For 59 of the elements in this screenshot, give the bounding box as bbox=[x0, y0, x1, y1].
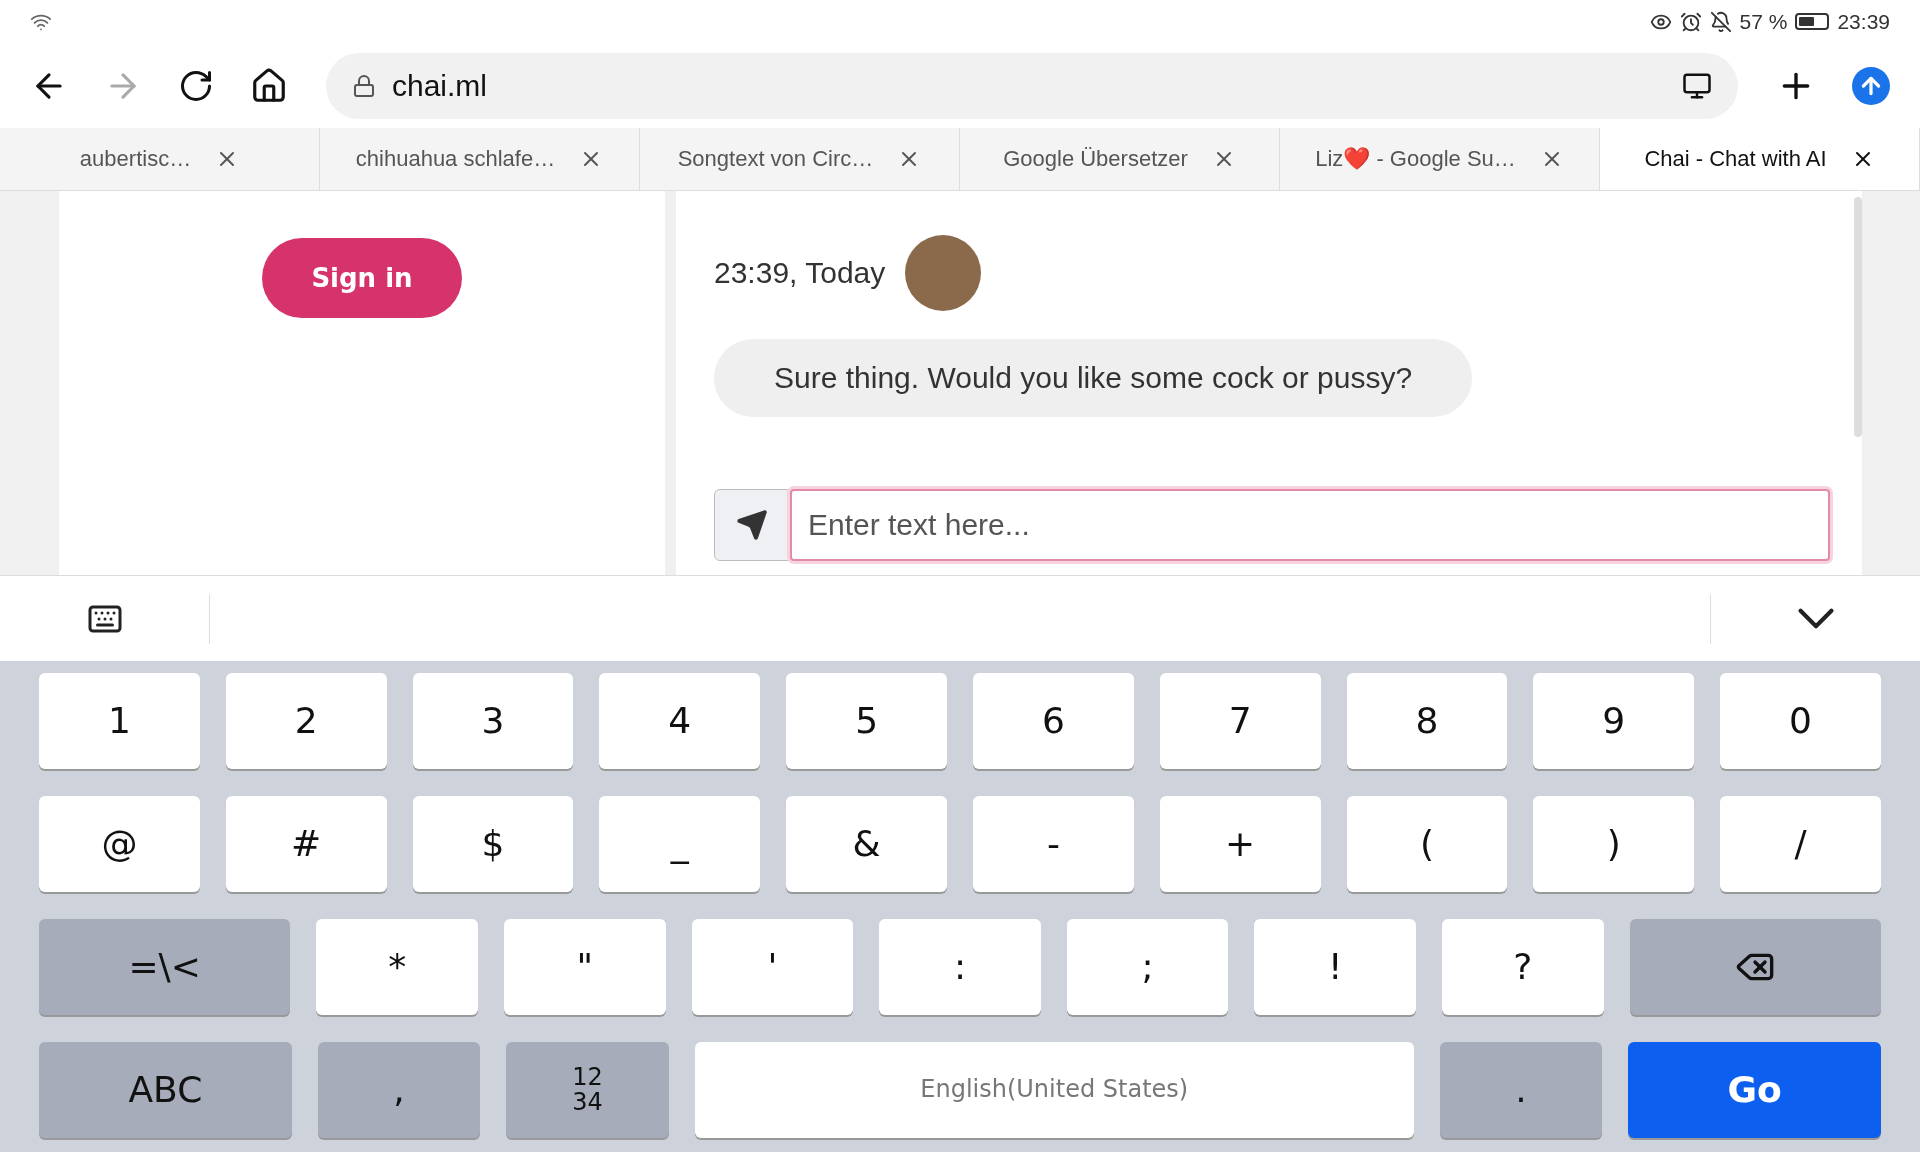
keyboard-key[interactable]: $ bbox=[412, 796, 574, 892]
keyboard-key[interactable]: , bbox=[317, 1042, 481, 1138]
keyboard-key[interactable]: # bbox=[225, 796, 387, 892]
keyboard-key[interactable]: 12 34 bbox=[506, 1042, 669, 1138]
go-key[interactable]: Go bbox=[1628, 1042, 1881, 1138]
keyboard-key[interactable]: 5 bbox=[786, 673, 947, 769]
alarm-icon bbox=[1679, 10, 1702, 33]
keyboard-key[interactable]: * bbox=[316, 919, 478, 1015]
keyboard-key[interactable]: ( bbox=[1346, 796, 1508, 892]
message-timestamp: 23:39, Today bbox=[714, 255, 886, 290]
keyboard-key[interactable]: ? bbox=[1442, 919, 1604, 1015]
keyboard-key[interactable]: 4 bbox=[599, 673, 761, 769]
keyboard-key[interactable]: 3 bbox=[412, 673, 574, 769]
battery-icon bbox=[1795, 13, 1830, 31]
chevron-down-icon bbox=[1797, 608, 1834, 630]
home-icon bbox=[250, 66, 288, 105]
tab-title: Liz❤ - Google Su… bbox=[1315, 145, 1516, 172]
tab-title: aubertisc… bbox=[79, 145, 192, 172]
paper-plane-icon bbox=[736, 508, 768, 541]
address-bar[interactable]: chai.ml bbox=[326, 52, 1738, 119]
keyboard-key[interactable]: @ bbox=[39, 796, 200, 892]
keyboard-key[interactable]: / bbox=[1720, 796, 1881, 892]
battery-percent: 57 % bbox=[1739, 9, 1788, 34]
keyboard-key[interactable]: " bbox=[504, 919, 666, 1015]
keyboard-key[interactable]: - bbox=[973, 796, 1134, 892]
keyboard-key[interactable]: =\< bbox=[39, 919, 291, 1015]
keyboard-key[interactable]: 9 bbox=[1533, 673, 1695, 769]
url-text: chai.ml bbox=[392, 68, 488, 103]
keyboard-key[interactable]: + bbox=[1159, 796, 1321, 892]
keyboard-key[interactable]: : bbox=[879, 919, 1041, 1015]
message-input[interactable]: Enter text here... bbox=[790, 488, 1830, 561]
tab-title: Songtext von Circ… bbox=[677, 145, 874, 172]
keyboard-key[interactable]: ! bbox=[1254, 919, 1417, 1015]
keyboard-key[interactable]: 6 bbox=[973, 673, 1134, 769]
keyboard-key[interactable]: _ bbox=[599, 796, 761, 892]
clock: 23:39 bbox=[1837, 9, 1890, 34]
keyboard-key[interactable]: ' bbox=[691, 919, 854, 1015]
tab-title: Chai - Chat with AI bbox=[1644, 145, 1827, 172]
browser-tab[interactable]: Chai - Chat with AI bbox=[1600, 127, 1920, 190]
keyboard-key[interactable]: . bbox=[1439, 1042, 1603, 1138]
keyboard-key[interactable]: 2 bbox=[225, 673, 387, 769]
keyboard-key[interactable]: & bbox=[786, 796, 947, 892]
keyboard-key[interactable]: ABC bbox=[39, 1042, 292, 1138]
keyboard-key[interactable]: 8 bbox=[1346, 673, 1508, 769]
chat-message: Sure thing. Would you like some cock or pussy? bbox=[714, 338, 1473, 417]
send-button[interactable] bbox=[714, 488, 790, 561]
keyboard-key[interactable]: ) bbox=[1533, 796, 1695, 892]
keyboard-key[interactable]: 1 bbox=[39, 673, 200, 769]
scrollbar[interactable] bbox=[1854, 196, 1862, 437]
sign-in-button[interactable]: Sign in bbox=[262, 237, 462, 318]
bell-off-icon bbox=[1709, 10, 1732, 33]
keyboard-key[interactable]: 0 bbox=[1720, 673, 1881, 769]
tab-title: Google Übersetzer bbox=[1003, 145, 1188, 172]
space-key[interactable]: English(United States) bbox=[694, 1042, 1414, 1138]
lock-icon bbox=[352, 73, 376, 98]
up-arrow-circle-icon bbox=[1852, 66, 1890, 105]
keyboard-key[interactable]: ; bbox=[1066, 919, 1229, 1015]
keyboard-key[interactable]: 7 bbox=[1159, 673, 1321, 769]
tab-title: chihuahua schlafe… bbox=[355, 145, 556, 172]
